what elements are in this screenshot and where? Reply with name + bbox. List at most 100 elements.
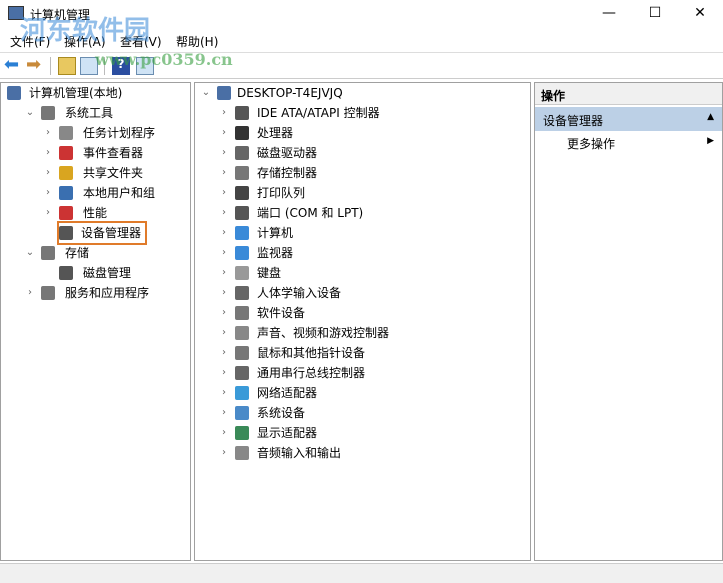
expand-chevron-icon[interactable]: › bbox=[43, 203, 53, 223]
expand-chevron-icon[interactable]: › bbox=[219, 363, 229, 383]
device-category-label: 通用串行总线控制器 bbox=[257, 366, 366, 380]
expand-chevron-icon[interactable]: › bbox=[219, 143, 229, 163]
device-category-icon bbox=[235, 286, 249, 300]
device-category-label: 键盘 bbox=[257, 266, 282, 280]
device-category-label: 系统设备 bbox=[257, 406, 306, 420]
expand-chevron-icon[interactable]: › bbox=[219, 403, 229, 423]
tree-node-icon bbox=[59, 266, 73, 280]
expand-chevron-icon[interactable]: › bbox=[219, 283, 229, 303]
device-category-icon bbox=[235, 186, 249, 200]
more-actions-item[interactable]: 更多操作 ▶ bbox=[535, 133, 722, 153]
section-label: 设备管理器 bbox=[543, 114, 604, 128]
device-category-icon bbox=[235, 346, 249, 360]
tree-item[interactable]: › 事件查看器 bbox=[43, 143, 186, 163]
status-bar bbox=[0, 563, 723, 583]
expand-chevron-icon[interactable]: › bbox=[219, 103, 229, 123]
back-icon[interactable]: ⬅ bbox=[4, 56, 22, 75]
device-category-label: 声音、视频和游戏控制器 bbox=[257, 326, 390, 340]
device-category-icon bbox=[235, 326, 249, 340]
separator bbox=[50, 57, 51, 75]
expand-chevron-icon[interactable]: › bbox=[219, 263, 229, 283]
computer-icon bbox=[217, 86, 231, 100]
expand-chevron-icon[interactable]: › bbox=[219, 443, 229, 463]
expand-chevron-icon[interactable]: › bbox=[219, 163, 229, 183]
device-category-label: 鼠标和其他指针设备 bbox=[257, 346, 366, 360]
tree-item-label: 共享文件夹 bbox=[83, 166, 144, 180]
expand-chevron-icon[interactable]: › bbox=[219, 203, 229, 223]
more-actions-label: 更多操作 bbox=[567, 137, 616, 151]
device-category-label: 存储控制器 bbox=[257, 166, 318, 180]
tree-node-icon bbox=[59, 166, 73, 180]
tree-item[interactable]: › 任务计划程序 bbox=[43, 123, 186, 143]
tree-item[interactable]: 磁盘管理 bbox=[43, 263, 186, 283]
device-tree-pane: ⌄ DESKTOP-T4EJVJQ › IDE ATA/ATAPI 控制器 › 处理器 › 磁… bbox=[194, 82, 531, 561]
device-category-icon bbox=[235, 206, 249, 220]
actions-section-device-manager[interactable]: 设备管理器 ▲ bbox=[535, 107, 722, 131]
minimize-button[interactable]: — bbox=[586, 0, 632, 28]
tree-item[interactable]: ⌄ 存储 bbox=[25, 243, 186, 263]
expand-chevron-icon[interactable]: ⌄ bbox=[25, 103, 35, 123]
tree-item-label: 设备管理器 bbox=[56, 221, 148, 245]
expand-chevron-icon[interactable]: › bbox=[219, 423, 229, 443]
watermark-logo: 河东软件园 bbox=[20, 16, 151, 46]
expand-chevron-icon[interactable]: › bbox=[43, 183, 53, 203]
device-category-icon bbox=[235, 406, 249, 420]
tree-node-icon bbox=[41, 246, 55, 260]
tree-item[interactable]: › 共享文件夹 bbox=[43, 163, 186, 183]
expand-chevron-icon[interactable]: › bbox=[219, 183, 229, 203]
tree-item-label: 磁盘管理 bbox=[83, 266, 132, 280]
device-category-label: 端口 (COM 和 LPT) bbox=[257, 206, 364, 220]
tree-item[interactable]: › 服务和应用程序 bbox=[25, 283, 186, 303]
menu-help[interactable]: 帮助(H) bbox=[176, 33, 218, 50]
expand-chevron-icon[interactable]: › bbox=[43, 123, 53, 143]
expand-chevron-icon[interactable]: ⌄ bbox=[25, 243, 35, 263]
tree-node-icon bbox=[59, 206, 73, 220]
expand-chevron-icon[interactable]: › bbox=[219, 223, 229, 243]
forward-icon[interactable]: ➡ bbox=[26, 56, 44, 75]
expand-chevron-icon[interactable]: › bbox=[219, 123, 229, 143]
device-category-icon bbox=[235, 246, 249, 260]
device-category-icon bbox=[235, 166, 249, 180]
expand-chevron-icon[interactable]: › bbox=[219, 243, 229, 263]
expand-chevron-icon[interactable]: › bbox=[219, 303, 229, 323]
expand-chevron-icon[interactable]: › bbox=[43, 163, 53, 183]
device-category-icon bbox=[235, 366, 249, 380]
device-category-icon bbox=[235, 126, 249, 140]
tree-item[interactable]: 设备管理器 bbox=[43, 221, 186, 245]
device-category-label: 网络适配器 bbox=[257, 386, 318, 400]
expand-chevron-icon[interactable]: › bbox=[219, 383, 229, 403]
device-category-label: 监视器 bbox=[257, 246, 294, 260]
expand-chevron-icon[interactable]: › bbox=[43, 143, 53, 163]
device-category-label: 计算机 bbox=[257, 226, 294, 240]
device-category-label: 显示适配器 bbox=[257, 426, 318, 440]
expand-chevron-icon[interactable]: › bbox=[25, 283, 35, 303]
tree-item-label: 性能 bbox=[83, 206, 108, 220]
tree-node-icon bbox=[59, 146, 73, 160]
collapse-icon[interactable]: ▲ bbox=[707, 112, 714, 122]
tree-item-label: 本地用户和组 bbox=[83, 186, 156, 200]
up-folder-icon[interactable] bbox=[58, 57, 76, 75]
tree-item-label: 事件查看器 bbox=[83, 146, 144, 160]
actions-pane: 操作 设备管理器 ▲ 更多操作 ▶ bbox=[534, 82, 723, 561]
tree-item-label: 服务和应用程序 bbox=[65, 286, 150, 300]
tree-item[interactable]: › 本地用户和组 bbox=[43, 183, 186, 203]
expand-chevron-icon[interactable]: › bbox=[219, 343, 229, 363]
device-category-label: 打印队列 bbox=[257, 186, 306, 200]
expand-chevron-icon[interactable]: › bbox=[219, 323, 229, 343]
tree-item[interactable]: › 性能 bbox=[43, 203, 186, 223]
tree-item[interactable]: 计算机管理(本地) bbox=[7, 83, 186, 103]
tree-item-label: 计算机管理(本地) bbox=[29, 86, 123, 100]
watermark-url: www.pc0359.cn bbox=[95, 50, 233, 69]
device-root-label: DESKTOP-T4EJVJQ bbox=[237, 86, 343, 100]
collapse-chevron-icon[interactable]: ⌄ bbox=[201, 83, 211, 103]
device-category-label: 软件设备 bbox=[257, 306, 306, 320]
tree-item-label: 任务计划程序 bbox=[83, 126, 156, 140]
device-category-label: 处理器 bbox=[257, 126, 294, 140]
submenu-arrow-icon: ▶ bbox=[707, 136, 714, 146]
close-button[interactable]: ✕ bbox=[677, 0, 723, 28]
maximize-button[interactable]: ☐ bbox=[632, 0, 678, 28]
tree-node-icon bbox=[41, 286, 55, 300]
tree-node-icon bbox=[7, 86, 21, 100]
device-category-icon bbox=[235, 306, 249, 320]
tree-item[interactable]: ⌄ 系统工具 bbox=[25, 103, 186, 123]
